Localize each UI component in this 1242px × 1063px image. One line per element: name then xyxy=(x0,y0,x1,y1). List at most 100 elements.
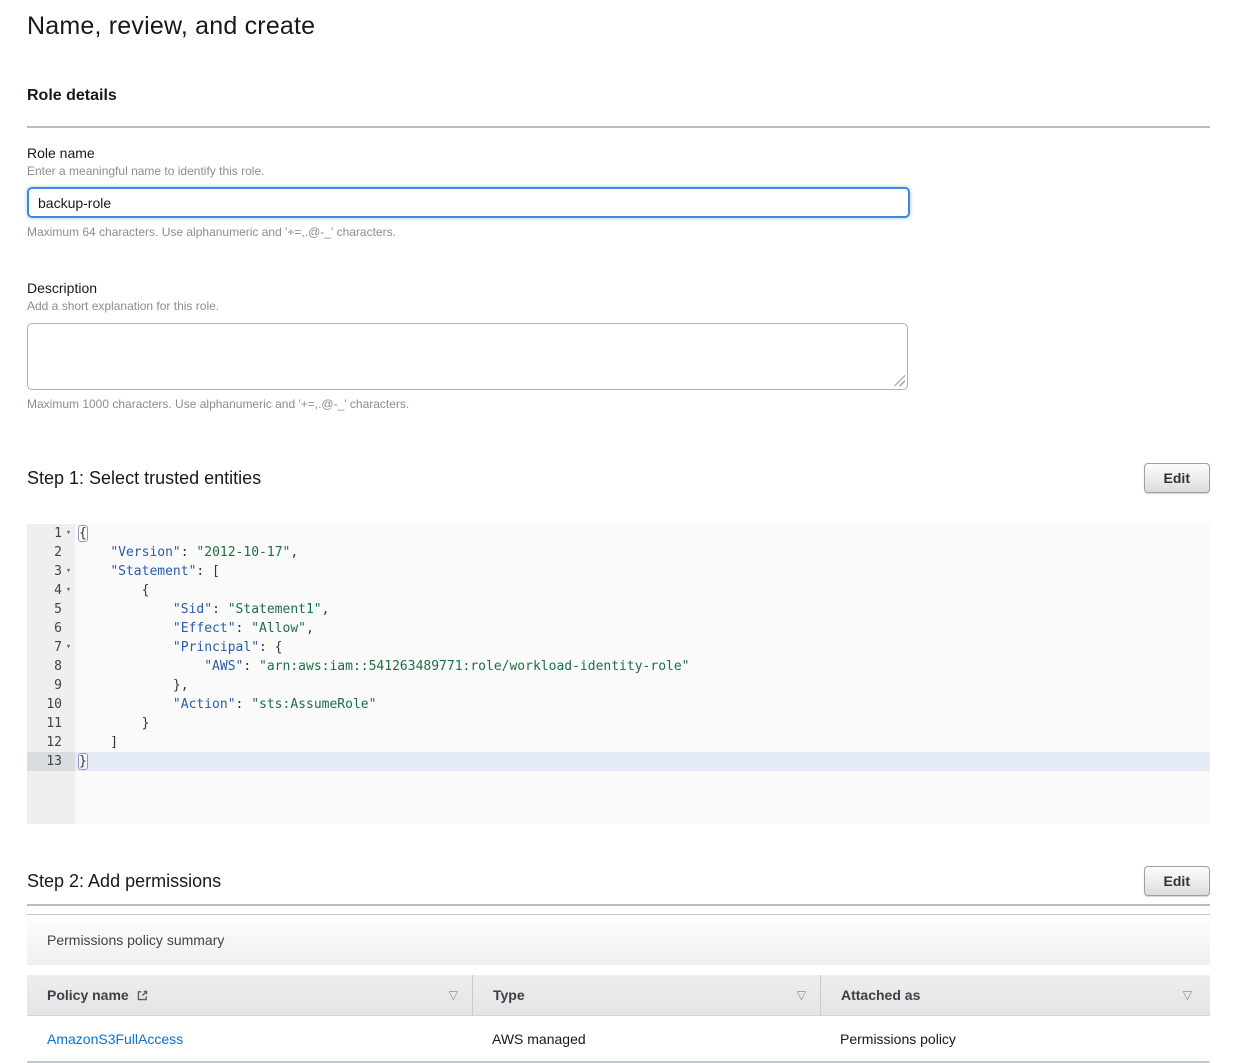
code-token: : xyxy=(236,621,252,636)
editor-line-number: 13 xyxy=(27,752,75,771)
fold-toggle-icon[interactable]: ▾ xyxy=(62,524,75,543)
policy-table: Policy name▽Type▽Attached as▽ AmazonS3Fu… xyxy=(27,975,1210,1063)
editor-code-line: } xyxy=(75,752,87,771)
editor-line[interactable]: 6 "Effect": "Allow", xyxy=(27,619,1210,638)
editor-line[interactable]: 7▾ "Principal": { xyxy=(27,638,1210,657)
fold-toggle-icon[interactable]: ▾ xyxy=(62,638,75,657)
policy-link[interactable]: AmazonS3FullAccess xyxy=(47,1031,183,1047)
line-number-text: 12 xyxy=(46,733,62,752)
fold-toggle-icon[interactable]: ▾ xyxy=(62,562,75,581)
code-token: , xyxy=(290,545,298,560)
editor-line[interactable]: 13} xyxy=(27,752,1210,771)
editor-line-number: 4▾ xyxy=(27,581,75,600)
editor-code-line: "Sid": "Statement1", xyxy=(75,600,329,619)
code-token: "Sid" xyxy=(173,602,212,617)
role-details-heading: Role details xyxy=(27,87,1210,105)
editor-line[interactable]: 3▾ "Statement": [ xyxy=(27,562,1210,581)
editor-line-number: 12 xyxy=(27,733,75,752)
step2-divider xyxy=(27,904,1210,906)
editor-code-line: "AWS": "arn:aws:iam::541263489771:role/w… xyxy=(75,657,690,676)
editor-code-line: ] xyxy=(75,733,118,752)
line-number-text: 7 xyxy=(54,638,62,657)
fold-spacer xyxy=(62,733,75,752)
editor-line[interactable]: 4▾ { xyxy=(27,581,1210,600)
line-number-text: 3 xyxy=(54,562,62,581)
editor-line-number: 2 xyxy=(27,543,75,562)
fold-spacer xyxy=(62,676,75,695)
code-token: "2012-10-17" xyxy=(196,545,290,560)
editor-line[interactable]: 1▾{ xyxy=(27,524,1210,543)
code-token: : xyxy=(243,659,259,674)
description-constraint: Maximum 1000 characters. Use alphanumeri… xyxy=(27,397,1210,411)
column-header-label: Type xyxy=(493,987,525,1003)
description-hint: Add a short explanation for this role. xyxy=(27,299,1210,313)
step2-header-row: Step 2: Add permissions Edit xyxy=(27,866,1210,896)
table-row: AmazonS3FullAccessAWS managedPermissions… xyxy=(27,1016,1210,1063)
editor-code-line: "Action": "sts:AssumeRole" xyxy=(75,695,376,714)
column-header-attached-as[interactable]: Attached as▽ xyxy=(820,975,1210,1015)
editor-line-number: 7▾ xyxy=(27,638,75,657)
role-name-label: Role name xyxy=(27,145,1210,161)
step2-edit-button[interactable]: Edit xyxy=(1144,866,1210,896)
role-name-constraint: Maximum 64 characters. Use alphanumeric … xyxy=(27,225,1210,239)
fold-toggle-icon[interactable]: ▾ xyxy=(62,581,75,600)
fold-spacer xyxy=(62,619,75,638)
code-token: "Effect" xyxy=(173,621,236,636)
code-token: "AWS" xyxy=(204,659,243,674)
fold-spacer xyxy=(62,600,75,619)
policy-type-cell: AWS managed xyxy=(472,1016,820,1061)
code-token: } xyxy=(78,753,88,770)
code-token xyxy=(79,697,173,712)
description-textarea[interactable] xyxy=(27,323,908,390)
sort-icon[interactable]: ▽ xyxy=(449,988,458,1002)
editor-line[interactable]: 9 }, xyxy=(27,676,1210,695)
policy-table-body: AmazonS3FullAccessAWS managedPermissions… xyxy=(27,1016,1210,1063)
permissions-panel-title: Permissions policy summary xyxy=(47,932,224,948)
column-header-type[interactable]: Type ▽ xyxy=(472,975,820,1015)
line-number-text: 10 xyxy=(46,695,62,714)
editor-line[interactable]: 12 ] xyxy=(27,733,1210,752)
column-header-policy-name[interactable]: Policy name▽ xyxy=(27,975,472,1015)
editor-code-line: "Statement": [ xyxy=(75,562,220,581)
fold-spacer xyxy=(62,752,75,771)
line-number-text: 11 xyxy=(46,714,62,733)
code-token: : xyxy=(212,602,228,617)
step1-edit-button[interactable]: Edit xyxy=(1144,463,1210,493)
sort-icon[interactable]: ▽ xyxy=(1183,988,1192,1002)
code-token: : xyxy=(236,697,252,712)
fold-spacer xyxy=(62,657,75,676)
editor-line-number: 11 xyxy=(27,714,75,733)
editor-line-number: 1▾ xyxy=(27,524,75,543)
code-token: "arn:aws:iam::541263489771:role/workload… xyxy=(259,659,689,674)
policy-editor[interactable]: 1▾{2 "Version": "2012-10-17",3▾ "Stateme… xyxy=(27,524,1210,824)
editor-line-number: 5 xyxy=(27,600,75,619)
role-name-input[interactable] xyxy=(27,187,910,218)
permissions-panel-header: Permissions policy summary xyxy=(27,914,1210,965)
fold-spacer xyxy=(62,714,75,733)
code-token: "Statement" xyxy=(110,564,196,579)
line-number-text: 2 xyxy=(54,543,62,562)
editor-line[interactable]: 8 "AWS": "arn:aws:iam::541263489771:role… xyxy=(27,657,1210,676)
editor-code-line: "Version": "2012-10-17", xyxy=(75,543,298,562)
resize-handle-icon[interactable] xyxy=(894,375,905,386)
editor-line[interactable]: 2 "Version": "2012-10-17", xyxy=(27,543,1210,562)
editor-line-number: 9 xyxy=(27,676,75,695)
step2-heading: Step 2: Add permissions xyxy=(27,871,221,892)
editor-code-line: { xyxy=(75,524,87,543)
line-number-text: 1 xyxy=(54,524,62,543)
fold-spacer xyxy=(62,695,75,714)
line-number-text: 6 xyxy=(54,619,62,638)
code-token: { xyxy=(79,583,149,598)
code-token: "Version" xyxy=(110,545,180,560)
description-field-wrap xyxy=(27,323,908,390)
editor-code-line: "Effect": "Allow", xyxy=(75,619,314,638)
editor-line[interactable]: 10 "Action": "sts:AssumeRole" xyxy=(27,695,1210,714)
code-token: : xyxy=(181,545,197,560)
editor-line[interactable]: 11 } xyxy=(27,714,1210,733)
editor-line-number: 8 xyxy=(27,657,75,676)
description-label: Description xyxy=(27,280,1210,296)
code-token: "Principal" xyxy=(173,640,259,655)
sort-icon[interactable]: ▽ xyxy=(797,988,806,1002)
line-number-text: 13 xyxy=(46,752,62,771)
editor-line[interactable]: 5 "Sid": "Statement1", xyxy=(27,600,1210,619)
